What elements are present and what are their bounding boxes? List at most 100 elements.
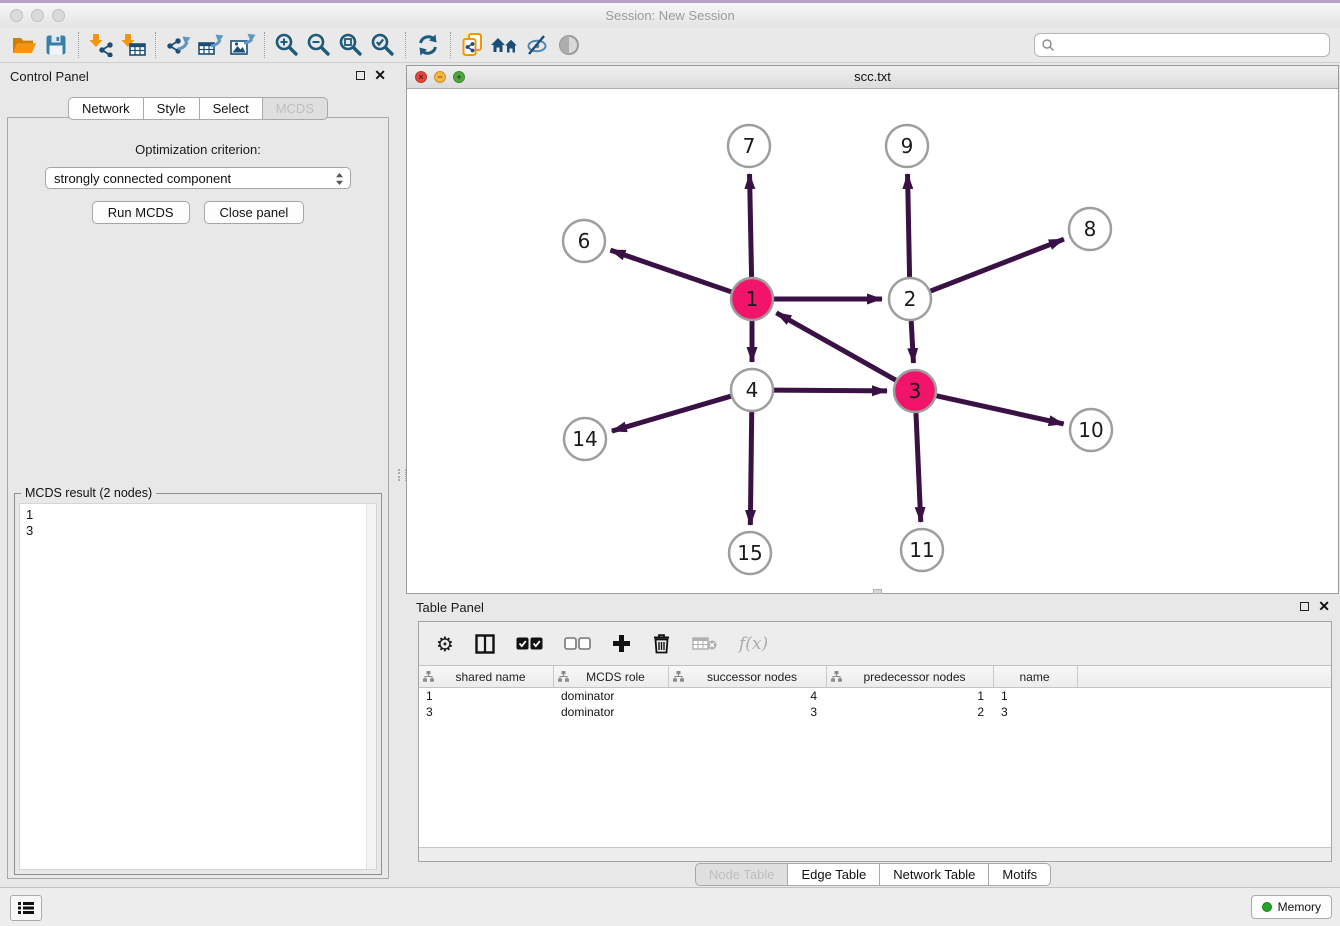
network-canvas[interactable]: 1 2 3 4 6 7 8 9 10 11 14 15: [407, 89, 1338, 593]
tab-edge-table[interactable]: Edge Table: [788, 863, 880, 886]
graph-node-6[interactable]: 6: [563, 220, 605, 262]
table-cell: 4: [669, 688, 827, 704]
tab-select[interactable]: Select: [200, 97, 263, 120]
splitter-handle[interactable]: [873, 589, 882, 594]
toolbar-separator: [450, 32, 451, 58]
column-selector-button[interactable]: [475, 634, 495, 654]
graph-node-7[interactable]: 7: [728, 125, 770, 167]
graph-node-3[interactable]: 3: [894, 370, 936, 412]
deselect-all-button[interactable]: [564, 637, 591, 650]
table-settings-button[interactable]: ⚙: [436, 634, 454, 654]
toolbar-separator: [78, 32, 79, 58]
add-column-button[interactable]: [612, 634, 631, 653]
export-image-button[interactable]: [226, 29, 258, 61]
import-table-icon: [120, 33, 146, 57]
svg-text:1: 1: [746, 287, 759, 311]
graph-node-2[interactable]: 2: [889, 278, 931, 320]
search-input[interactable]: [1055, 37, 1329, 53]
network-frame-titlebar[interactable]: × − + scc.txt: [407, 66, 1338, 89]
task-list-icon: [18, 901, 34, 915]
result-line: 3: [26, 523, 370, 539]
table-cell: dominator: [554, 688, 669, 704]
memory-button[interactable]: Memory: [1251, 895, 1332, 919]
task-history-button[interactable]: [10, 895, 42, 921]
zoom-selected-button[interactable]: [367, 29, 399, 61]
graph-edge-1-6[interactable]: [610, 250, 731, 292]
float-panel-icon[interactable]: [1300, 602, 1309, 611]
tab-network-table[interactable]: Network Table: [880, 863, 989, 886]
column-label: successor nodes: [684, 670, 826, 684]
plus-icon: [612, 634, 631, 653]
graph-edge-2-3[interactable]: [911, 321, 913, 363]
graph-edge-2-9[interactable]: [908, 174, 910, 277]
tab-mcds[interactable]: MCDS: [263, 97, 328, 120]
graph-edge-4-3[interactable]: [774, 390, 887, 391]
graph-node-9[interactable]: 9: [886, 125, 928, 167]
control-panel-title: Control Panel: [10, 69, 89, 84]
graph-edge-4-14[interactable]: [612, 396, 731, 431]
run-mcds-button[interactable]: Run MCDS: [92, 201, 190, 224]
column-label: predecessor nodes: [842, 670, 993, 684]
column-header-name[interactable]: name: [994, 666, 1078, 687]
export-network-button[interactable]: [162, 29, 194, 61]
function-builder-button[interactable]: f(x): [739, 634, 768, 654]
open-session-button[interactable]: [8, 29, 40, 61]
svg-text:3: 3: [909, 379, 922, 403]
search-icon: [1041, 38, 1055, 52]
search-box: [1034, 33, 1330, 57]
column-header-shared-name[interactable]: shared name: [419, 666, 554, 687]
tab-motifs[interactable]: Motifs: [989, 863, 1051, 886]
home-neighbors-button[interactable]: [489, 29, 521, 61]
splitter-handle[interactable]: [398, 469, 406, 481]
graph-edge-2-8[interactable]: [931, 239, 1064, 291]
graph-node-8[interactable]: 8: [1069, 208, 1111, 250]
result-scrollbar[interactable]: [366, 504, 376, 869]
table-body: 1dominator4113dominator323: [419, 688, 1331, 720]
select-all-button[interactable]: [516, 637, 543, 650]
svg-text:4: 4: [746, 378, 759, 402]
application-window: Session: New Session: [0, 0, 1340, 926]
import-network-icon: [88, 33, 114, 57]
import-table-button[interactable]: [117, 29, 149, 61]
graph-node-11[interactable]: 11: [901, 529, 943, 571]
import-network-button[interactable]: [85, 29, 117, 61]
graph-node-15[interactable]: 15: [729, 532, 771, 574]
graph-edge-4-15[interactable]: [750, 412, 751, 525]
hide-graphics-details-button[interactable]: [521, 29, 553, 61]
tab-network[interactable]: Network: [68, 97, 144, 120]
table-row[interactable]: 1dominator411: [419, 688, 1331, 704]
column-header-predecessor-nodes[interactable]: predecessor nodes: [827, 666, 994, 687]
graph-edge-3-10[interactable]: [936, 396, 1063, 424]
graph-node-10[interactable]: 10: [1070, 409, 1112, 451]
mcds-result-textarea[interactable]: 13: [19, 503, 377, 870]
save-session-button[interactable]: [40, 29, 72, 61]
zoom-fit-button[interactable]: [335, 29, 367, 61]
criterion-select[interactable]: strongly connected component: [45, 167, 351, 189]
zoom-in-button[interactable]: [271, 29, 303, 61]
window-title: Session: New Session: [0, 3, 1340, 28]
float-panel-icon[interactable]: [356, 71, 365, 80]
tab-style[interactable]: Style: [144, 97, 200, 120]
duplicate-network-button[interactable]: [457, 29, 489, 61]
column-header-successor-nodes[interactable]: successor nodes: [669, 666, 827, 687]
graph-node-4[interactable]: 4: [731, 369, 773, 411]
main-toolbar: [0, 28, 1340, 63]
table-hscrollbar[interactable]: [419, 847, 1331, 861]
refresh-layout-button[interactable]: [412, 29, 444, 61]
graph-edge-1-7[interactable]: [750, 174, 752, 277]
close-panel-icon[interactable]: ✕: [1318, 601, 1330, 612]
close-panel-icon[interactable]: ✕: [374, 70, 386, 81]
graph-edge-3-11[interactable]: [916, 413, 921, 522]
export-table-button[interactable]: [194, 29, 226, 61]
tab-node-table[interactable]: Node Table: [695, 863, 789, 886]
graph-node-14[interactable]: 14: [564, 418, 606, 460]
table-row[interactable]: 3dominator323: [419, 704, 1331, 720]
birdseye-view-button[interactable]: [553, 29, 585, 61]
column-header-MCDS-role[interactable]: MCDS role: [554, 666, 669, 687]
delete-table-button[interactable]: [692, 636, 718, 652]
graph-node-1[interactable]: 1: [731, 278, 773, 320]
delete-column-button[interactable]: [652, 633, 671, 654]
close-panel-button[interactable]: Close panel: [204, 201, 305, 224]
zoom-out-button[interactable]: [303, 29, 335, 61]
graph-edge-3-1[interactable]: [776, 313, 895, 380]
